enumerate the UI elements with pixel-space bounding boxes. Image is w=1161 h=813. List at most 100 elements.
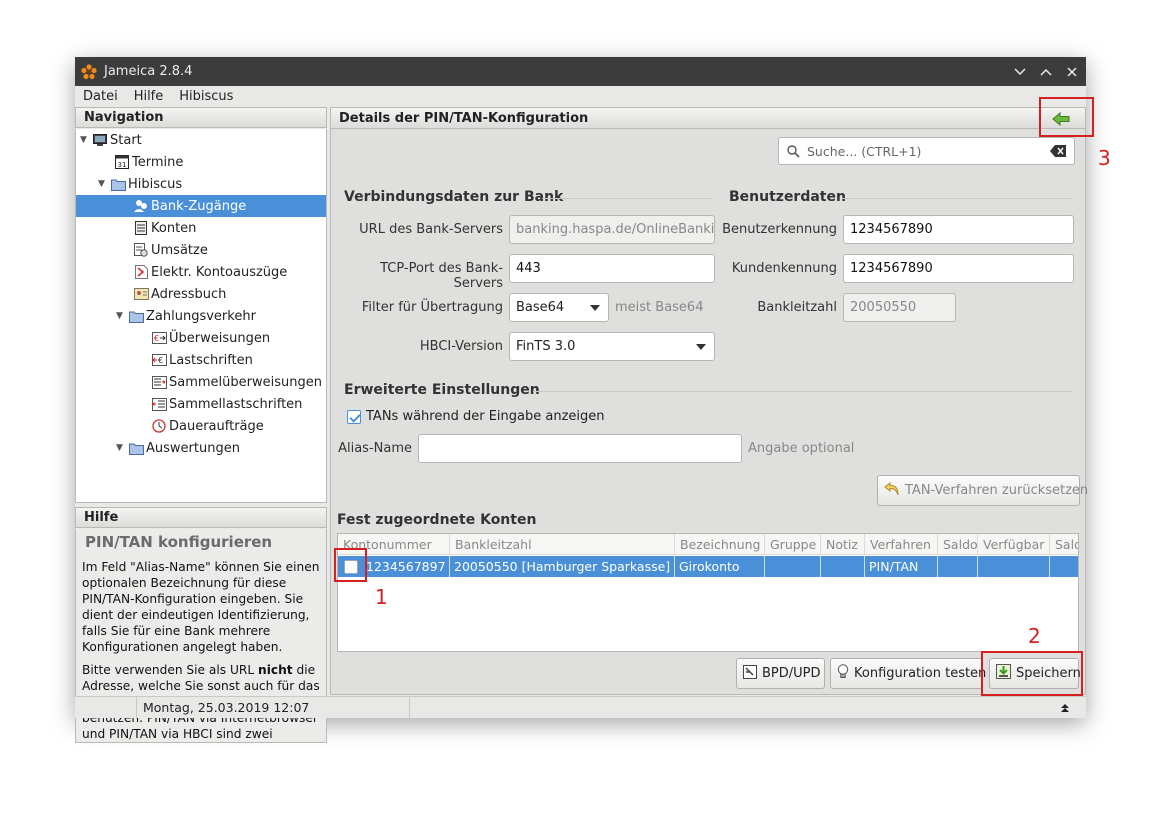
- nav-item-konten[interactable]: Konten: [133, 217, 196, 239]
- show-tan-checkbox[interactable]: [347, 409, 361, 424]
- nav-label: Sammellastschriften: [169, 396, 303, 412]
- nav-item-sammelueberweisungen[interactable]: Sammelüberweisungen: [151, 371, 322, 393]
- details-header: Details der PIN/TAN-Konfiguration: [331, 108, 1085, 129]
- menu-hibiscus[interactable]: Hibiscus: [179, 89, 233, 104]
- svg-text:€: €: [154, 334, 159, 343]
- nav-label: Umsätze: [151, 242, 208, 258]
- filter-hint: meist Base64: [615, 300, 704, 315]
- close-icon[interactable]: [1064, 64, 1080, 80]
- maximize-icon[interactable]: [1038, 64, 1054, 80]
- nav-label: Elektr. Kontoauszüge: [151, 264, 288, 280]
- nav-item-ueberweisungen[interactable]: € Überweisungen: [151, 327, 270, 349]
- search-input[interactable]: Suche... (CTRL+1): [778, 137, 1075, 165]
- advanced-section-title: Erweiterte Einstellungen: [344, 382, 540, 398]
- pdf-icon: [133, 264, 149, 280]
- nav-item-zahlungsverkehr[interactable]: ▼ Zahlungsverkehr: [116, 305, 256, 327]
- blz-field[interactable]: 20050550: [843, 293, 956, 322]
- nav-item-kontoauszuege[interactable]: Elektr. Kontoauszüge: [133, 261, 287, 283]
- minimize-icon[interactable]: [1012, 64, 1028, 80]
- reset-tan-label: TAN-Verfahren zurücksetzen: [905, 483, 1089, 498]
- customer-field[interactable]: 1234567890: [843, 254, 1074, 283]
- nav-item-sammellastschriften[interactable]: Sammellastschriften: [151, 393, 302, 415]
- expand-arrow-icon[interactable]: ▼: [80, 135, 92, 145]
- nav-label: Zahlungsverkehr: [146, 308, 256, 324]
- nav-item-hibiscus[interactable]: ▼ Hibiscus: [98, 173, 182, 195]
- help-header: Hilfe: [75, 507, 327, 528]
- nav-label: Bank-Zugänge: [151, 198, 247, 214]
- bank-section-title: Verbindungsdaten zur Bank: [344, 189, 564, 205]
- expand-arrow-icon[interactable]: ▼: [98, 179, 110, 189]
- menu-datei[interactable]: Datei: [83, 89, 118, 104]
- undo-icon: [884, 481, 900, 500]
- status-message: [410, 697, 1060, 719]
- reset-tan-button[interactable]: TAN-Verfahren zurücksetzen: [877, 475, 1088, 506]
- collapse-icon[interactable]: [1060, 703, 1070, 713]
- userid-field[interactable]: 1234567890: [843, 215, 1074, 244]
- menu-bar: Datei Hilfe Hibiscus: [75, 86, 1086, 107]
- help-text-bold: nicht: [258, 663, 293, 677]
- nav-label: Auswertungen: [146, 440, 240, 456]
- cell-saldo-2: [1050, 556, 1078, 577]
- column-header-saldo[interactable]: Saldo: [938, 534, 978, 555]
- nav-item-start[interactable]: ▼ Start: [80, 129, 142, 151]
- hbci-value: FinTS 3.0: [516, 339, 576, 354]
- svg-text:31: 31: [118, 161, 127, 169]
- column-header-notiz[interactable]: Notiz: [821, 534, 865, 555]
- filter-select[interactable]: Base64: [509, 293, 609, 322]
- app-window: Jameica 2.8.4 Datei Hilfe Hibiscus Navig…: [75, 57, 1088, 743]
- cell-bezeichnung: Girokonto: [675, 556, 765, 577]
- clear-search-icon[interactable]: [1050, 145, 1066, 160]
- column-header-gruppe[interactable]: Gruppe: [765, 534, 821, 555]
- port-field[interactable]: 443: [509, 254, 715, 283]
- nav-label: Lastschriften: [169, 352, 253, 368]
- alias-label: Alias-Name: [338, 441, 412, 456]
- table-row[interactable]: 1234567897 20050550 [Hamburger Sparkasse…: [338, 556, 1078, 577]
- cell-saldo: [938, 556, 978, 577]
- search-placeholder: Suche... (CTRL+1): [807, 143, 922, 159]
- nav-item-termine[interactable]: 31 Termine: [114, 151, 183, 173]
- cell-text: 1234567897: [366, 559, 446, 574]
- customer-label: Kundenkennung: [731, 261, 837, 276]
- cell-verfuegbar: [978, 556, 1050, 577]
- menu-hilfe[interactable]: Hilfe: [134, 89, 164, 104]
- batch-debit-icon: [151, 396, 167, 412]
- column-header-verfuegbar[interactable]: Verfügbar: [978, 534, 1050, 555]
- column-header-saldo-2[interactable]: Saldo: [1050, 534, 1078, 555]
- status-datetime: Montag, 25.03.2019 12:07: [137, 696, 410, 719]
- account-icon: [133, 220, 149, 236]
- nav-item-dauerauftraege[interactable]: Daueraufträge: [151, 415, 264, 437]
- folder-icon: [128, 440, 144, 456]
- url-label: URL des Bank-Servers: [359, 222, 503, 237]
- hbci-label: HBCI-Version: [419, 339, 503, 354]
- navigation-header: Navigation: [75, 107, 327, 128]
- expand-arrow-icon[interactable]: ▼: [116, 443, 128, 453]
- lightbulb-icon: [837, 664, 849, 683]
- nav-item-adressbuch[interactable]: Adressbuch: [133, 283, 226, 305]
- column-header-bezeichnung[interactable]: Bezeichnung: [675, 534, 765, 555]
- cell-bankleitzahl: 20050550 [Hamburger Sparkasse]: [450, 556, 675, 577]
- expand-arrow-icon[interactable]: ▼: [116, 311, 128, 321]
- annotation-box-2: [981, 651, 1083, 696]
- annotation-number-2: 2: [1028, 624, 1041, 648]
- table-header: Kontonummer Bankleitzahl Bezeichnung Gru…: [338, 534, 1078, 555]
- blz-label: Bankleitzahl: [757, 300, 837, 315]
- nav-item-umsaetze[interactable]: Umsätze: [133, 239, 208, 261]
- column-header-verfahren[interactable]: Verfahren: [865, 534, 938, 555]
- section-divider: [842, 198, 1073, 199]
- help-paragraph-1: Im Feld "Alias-Name" können Sie einen op…: [82, 560, 320, 654]
- alias-hint: Angabe optional: [748, 441, 855, 456]
- section-divider: [533, 391, 1073, 392]
- nav-item-auswertungen[interactable]: ▼ Auswertungen: [116, 437, 240, 459]
- url-field[interactable]: banking.haspa.de/OnlineBankingFinTS: [509, 215, 715, 244]
- column-header-bankleitzahl[interactable]: Bankleitzahl: [450, 534, 675, 555]
- show-tan-checkbox-row[interactable]: TANs während der Eingabe anzeigen: [347, 409, 605, 424]
- hbci-select[interactable]: FinTS 3.0: [509, 332, 715, 361]
- nav-item-lastschriften[interactable]: € Lastschriften: [151, 349, 253, 371]
- nav-item-bank-zugaenge[interactable]: Bank-Zugänge: [76, 195, 326, 217]
- debit-icon: €: [151, 352, 167, 368]
- bpd-upd-button[interactable]: BPD/UPD: [736, 658, 825, 689]
- alias-field[interactable]: [418, 434, 742, 463]
- annotation-box-1: [334, 548, 367, 582]
- test-config-button[interactable]: Konfiguration testen: [830, 658, 986, 689]
- chevron-down-icon: [590, 305, 600, 311]
